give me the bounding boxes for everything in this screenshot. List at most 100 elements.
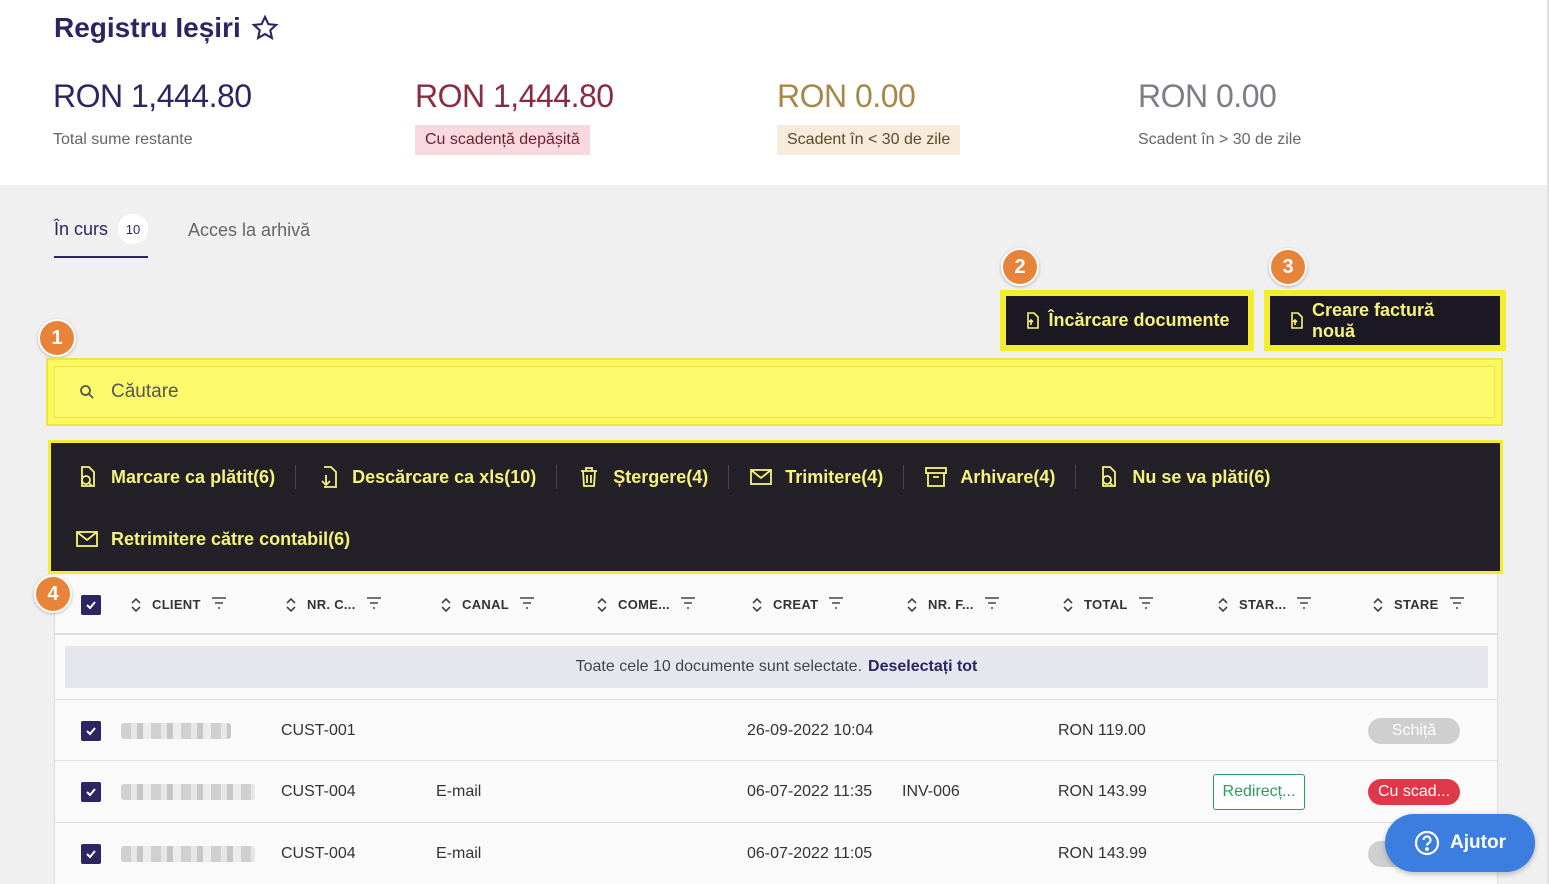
client-name-redacted <box>121 783 255 800</box>
mark-paid-button[interactable]: Marcare ca plătit(6) <box>75 465 295 489</box>
tab-in-progress[interactable]: În curs 10 <box>54 214 149 258</box>
filter-icon <box>520 597 534 609</box>
upload-documents-button[interactable]: Încărcare documente <box>1000 290 1254 351</box>
column-header-total[interactable]: TOTAL <box>1062 574 1154 635</box>
sort-icon <box>286 597 296 612</box>
cell-channel: E-mail <box>436 782 482 800</box>
sort-icon <box>441 597 451 612</box>
documents-table: CLIENT NR. C... CANAL COME... CREAT NR. … <box>54 574 1498 884</box>
create-invoice-label: Creare factură nouă <box>1312 299 1435 341</box>
column-header-created[interactable]: CREAT <box>751 574 844 635</box>
column-header-comment[interactable]: COME... <box>596 574 696 635</box>
cell-total: RON 119.00 <box>1058 721 1146 739</box>
cell-total: RON 143.99 <box>1058 782 1147 800</box>
stat-label: Scadent în < 30 de zile <box>777 125 961 155</box>
filter-icon <box>829 597 844 609</box>
column-label: STAR... <box>1239 597 1287 612</box>
column-label: TOTAL <box>1084 597 1128 612</box>
stat-label: Cu scadență depășită <box>415 125 590 155</box>
check-icon <box>86 601 96 610</box>
cell-customer-number: CUST-004 <box>281 782 356 800</box>
table-row[interactable]: CUST-004 E-mail 06-07-2022 11:05 RON 143… <box>55 822 1497 883</box>
summary-header: Registru Ieșiri RON 1,444.80 Total sume … <box>0 0 1549 185</box>
sort-icon <box>752 597 762 612</box>
filter-icon <box>1297 597 1312 609</box>
start-status-button[interactable]: Redirecț... <box>1213 773 1305 810</box>
delete-button[interactable]: Ștergere(4) <box>556 465 728 489</box>
will-not-pay-button[interactable]: Nu se va plăti(6) <box>1075 465 1290 489</box>
stat-due-over-30[interactable]: RON 0.00 Scadent în > 30 de zile <box>1138 78 1311 155</box>
help-button[interactable]: Ajutor <box>1385 814 1535 872</box>
search-input[interactable]: Căutare <box>54 366 1495 418</box>
search-highlight: Căutare <box>46 358 1503 426</box>
stat-overdue[interactable]: RON 1,444.80 Cu scadență depășită <box>415 78 614 155</box>
column-label: NR. F... <box>928 597 974 612</box>
column-header-channel[interactable]: CANAL <box>440 574 535 635</box>
column-label: CANAL <box>462 597 509 612</box>
create-invoice-button[interactable]: Creare factură nouă <box>1264 290 1506 351</box>
column-label: CLIENT <box>152 597 201 612</box>
bulk-actions-row: Marcare ca plătit(6) Descărcare ca xls(1… <box>75 455 1476 499</box>
sort-icon <box>597 597 607 612</box>
table-row[interactable]: CUST-001 26-09-2022 10:04 RON 119.00 Sch… <box>55 699 1497 760</box>
column-header-customer-number[interactable]: NR. C... <box>285 574 382 635</box>
tabs: În curs 10 Acces la arhivă <box>54 214 310 258</box>
check-icon <box>86 849 96 858</box>
stat-due-under-30[interactable]: RON 0.00 Scadent în < 30 de zile <box>777 78 961 155</box>
bulk-action-label: Marcare ca plătit(6) <box>111 466 276 487</box>
tab-archive[interactable]: Acces la arhivă <box>188 214 310 258</box>
column-header-client[interactable]: CLIENT <box>130 574 227 635</box>
star-icon[interactable] <box>251 14 279 42</box>
stat-amount: RON 0.00 <box>777 78 916 114</box>
page-title: Registru Ieșiri <box>54 12 279 44</box>
download-xls-button[interactable]: Descărcare ca xls(10) <box>295 465 556 489</box>
marker-badge-4: 4 <box>34 575 72 613</box>
cell-created: 06-07-2022 11:35 <box>747 782 873 800</box>
resend-accountant-button[interactable]: Retrimitere către contabil(6) <box>75 527 370 551</box>
sort-icon <box>907 597 917 612</box>
select-all-checkbox[interactable] <box>81 595 101 615</box>
client-name-redacted <box>121 845 255 862</box>
row-checkbox[interactable] <box>81 781 101 802</box>
selection-text: Toate cele 10 documente sunt selectate. <box>575 658 863 675</box>
column-label: STARE <box>1394 597 1439 612</box>
stat-amount: RON 1,444.80 <box>415 78 614 114</box>
search-icon <box>80 385 94 399</box>
bulk-action-label: Ștergere(4) <box>613 466 709 487</box>
bulk-action-label: Arhivare(4) <box>960 466 1056 487</box>
row-checkbox[interactable] <box>81 843 101 864</box>
cell-invoice-number: INV-006 <box>902 782 960 800</box>
column-label: CREAT <box>773 597 819 612</box>
check-icon <box>86 787 96 796</box>
row-checkbox[interactable] <box>81 720 101 741</box>
download-icon <box>321 466 337 488</box>
bulk-actions-bar: Marcare ca plătit(6) Descărcare ca xls(1… <box>48 440 1503 574</box>
bulk-action-label: Trimitere(4) <box>785 466 884 487</box>
table-row[interactable]: CUST-004 E-mail 06-07-2022 11:35 INV-006… <box>55 760 1497 821</box>
sort-icon <box>1218 597 1228 612</box>
selection-banner: Toate cele 10 documente sunt selectate. … <box>65 646 1488 688</box>
cell-created: 26-09-2022 10:04 <box>747 721 874 739</box>
cell-customer-number: CUST-001 <box>281 721 356 739</box>
sort-icon <box>1063 597 1073 612</box>
document-icon <box>1291 311 1303 329</box>
stat-label: Total sume restante <box>53 131 193 148</box>
archive-icon <box>925 467 948 487</box>
marker-badge-3: 3 <box>1269 248 1307 286</box>
status-badge: Schiță <box>1368 717 1460 744</box>
deselect-all-link[interactable]: Deselectați tot <box>868 658 977 676</box>
bulk-action-label: Nu se va plăti(6) <box>1132 466 1271 487</box>
column-header-invoice-number[interactable]: NR. F... <box>906 574 1000 635</box>
archive-button[interactable]: Arhivare(4) <box>903 465 1075 489</box>
cell-customer-number: CUST-004 <box>281 844 356 862</box>
help-icon <box>1414 830 1440 856</box>
column-header-status[interactable]: STARE <box>1372 574 1465 635</box>
column-header-start[interactable]: STAR... <box>1217 574 1312 635</box>
pay-icon <box>1102 466 1117 487</box>
bulk-action-label: Descărcare ca xls(10) <box>352 466 537 487</box>
stat-amount: RON 0.00 <box>1138 78 1277 114</box>
status-badge: Cu scad... <box>1368 778 1460 805</box>
stat-amount: RON 1,444.80 <box>53 78 252 114</box>
send-button[interactable]: Trimitere(4) <box>728 465 903 489</box>
client-name-redacted <box>121 722 231 739</box>
